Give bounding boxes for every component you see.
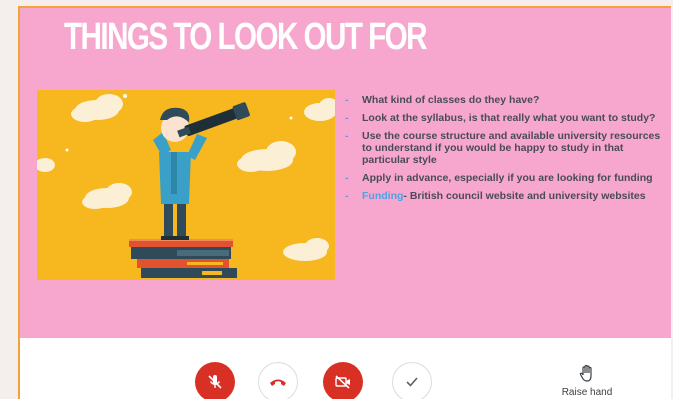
call-controls-bar: Raise hand [20, 338, 671, 399]
slide-title: THINGS TO LOOK OUT FOR [64, 16, 428, 58]
bullet-marker: - [345, 190, 349, 202]
camera-off-icon [335, 375, 350, 389]
raise-hand-button[interactable]: Raise hand [557, 364, 617, 398]
camera-toggle-button[interactable] [323, 362, 363, 399]
bullet-text: Look at the syllabus, is that really wha… [362, 112, 656, 124]
telescope-illustration [37, 90, 335, 280]
bullet-text: - British council website and university… [403, 190, 646, 202]
bullet-text: Apply in advance, especially if you are … [362, 172, 653, 184]
bullet-item: - Funding- British council website and u… [345, 190, 665, 202]
bullet-item: - Apply in advance, especially if you ar… [345, 172, 665, 184]
mic-toggle-button[interactable] [195, 362, 235, 399]
hang-up-button[interactable] [258, 362, 298, 399]
raise-hand-label: Raise hand [561, 387, 613, 398]
person-on-books-image [37, 90, 335, 280]
mic-off-icon [208, 375, 222, 389]
presentation-slide: THINGS TO LOOK OUT FOR - What kind of cl… [20, 8, 671, 338]
meeting-window: THINGS TO LOOK OUT FOR - What kind of cl… [18, 6, 671, 399]
funding-link[interactable]: Funding [362, 190, 403, 202]
bullet-marker: - [345, 112, 349, 124]
bullet-item: - What kind of classes do they have? [345, 94, 665, 106]
hand-icon [579, 364, 592, 382]
bullet-marker: - [345, 130, 349, 142]
confirm-button[interactable] [392, 362, 432, 399]
bullet-text: Use the course structure and available u… [362, 130, 661, 166]
bullet-item: - Use the course structure and available… [345, 130, 665, 166]
bullet-marker: - [345, 172, 349, 184]
bullet-text: What kind of classes do they have? [362, 94, 540, 106]
bullet-marker: - [345, 94, 349, 106]
bullet-item: - Look at the syllabus, is that really w… [345, 112, 665, 124]
hang-up-icon [270, 379, 286, 386]
checkmark-icon [406, 377, 418, 387]
bullet-list: - What kind of classes do they have? - L… [345, 94, 665, 208]
